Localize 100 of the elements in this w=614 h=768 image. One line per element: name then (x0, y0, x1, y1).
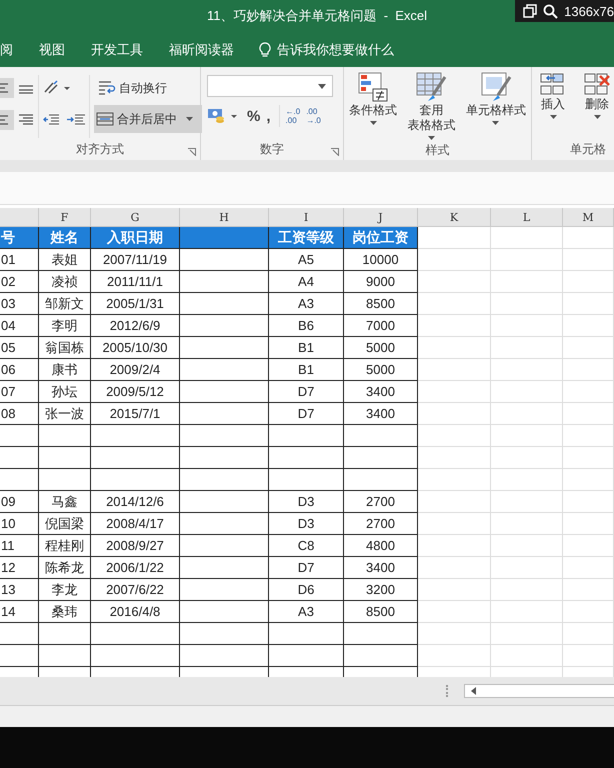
table-cell: 2008/9/27 (91, 535, 180, 557)
table-cell: D7 (269, 381, 344, 403)
table-cell: 08 (0, 403, 39, 425)
style-button[interactable]: 单元格样式 (464, 71, 528, 125)
group-label: 数字 (260, 140, 284, 158)
table-cell: 2015/7/1 (91, 403, 180, 425)
table-cell: B6 (269, 315, 344, 337)
table-cell: 04 (0, 315, 39, 337)
table-cell: 10 (0, 513, 39, 535)
group-label: 对齐方式 (76, 140, 124, 158)
table-cell: D7 (269, 557, 344, 579)
table-cell: A4 (269, 271, 344, 293)
table-cell: 07 (0, 381, 39, 403)
table-cell: 张一波 (39, 403, 91, 425)
table-cell: 2009/5/12 (91, 381, 180, 403)
table-cell: D3 (269, 491, 344, 513)
table-cell: 2007/6/22 (91, 579, 180, 601)
header-cell: 姓名 (39, 227, 91, 249)
column-header[interactable]: J (344, 208, 418, 227)
table-cell: 11 (0, 535, 39, 557)
cells-button[interactable]: 插入 (536, 71, 570, 119)
table-cell: 2005/1/31 (91, 293, 180, 315)
column-header[interactable]: K (418, 208, 491, 227)
table-cell: 05 (0, 337, 39, 359)
table-cell: 2008/4/17 (91, 513, 180, 535)
header-cell: 入职日期 (91, 227, 180, 249)
table-cell: 康书 (39, 359, 91, 381)
table-cell: D6 (269, 579, 344, 601)
table-cell: 4800 (344, 535, 418, 557)
table-cell: 孙坛 (39, 381, 91, 403)
window-title: 11、巧妙解决合并单元格问题 - Excel (206, 7, 428, 25)
ribbon-tab[interactable]: 福昕阅读器 (156, 40, 247, 58)
table-cell: 马鑫 (39, 491, 91, 513)
table-cell: 程桂刚 (39, 535, 91, 557)
table-cell: 03 (0, 293, 39, 315)
column-header[interactable]: F (39, 208, 91, 227)
table-cell: 14 (0, 601, 39, 623)
column-header[interactable]: I (269, 208, 344, 227)
table-cell: 2700 (344, 513, 418, 535)
table-cell: 3400 (344, 557, 418, 579)
decimal-button[interactable]: ←.0 .00 (286, 107, 300, 125)
table-cell: 翁国栋 (39, 337, 91, 359)
table-cell: A5 (269, 249, 344, 271)
percent-button[interactable]: % (247, 108, 260, 124)
table-cell: 2012/6/9 (91, 315, 180, 337)
table-cell: A3 (269, 601, 344, 623)
table-cell: 12 (0, 557, 39, 579)
resolution-label: 1366x76 (564, 4, 614, 18)
table-cell: 2016/4/8 (91, 601, 180, 623)
tell-me-search[interactable]: 告诉我你想要做什么 (259, 40, 394, 58)
table-cell: 5000 (344, 359, 418, 381)
table-cell: 09 (0, 491, 39, 513)
decimal-button[interactable]: .00 →.0 (306, 107, 321, 125)
table-cell: 李明 (39, 315, 91, 337)
table-cell: 2014/12/6 (91, 491, 180, 513)
comma-button[interactable]: , (266, 108, 271, 124)
table-cell: 凌祯 (39, 271, 91, 293)
group-label: 单元格 (570, 140, 606, 158)
column-header[interactable]: M (563, 208, 614, 227)
group-label: 样式 (425, 142, 450, 158)
table-cell: A3 (269, 293, 344, 315)
table-cell: 李龙 (39, 579, 91, 601)
table-cell: 5000 (344, 337, 418, 359)
column-header[interactable]: L (491, 208, 563, 227)
header-cell: 工资等级 (269, 227, 344, 249)
table-cell: 02 (0, 271, 39, 293)
table-cell: 2005/10/30 (91, 337, 180, 359)
table-cell: 2700 (344, 491, 418, 513)
table-cell: 9000 (344, 271, 418, 293)
header-cell: 号 (0, 227, 39, 249)
table-cell: 倪国梁 (39, 513, 91, 535)
table-cell: 桑玮 (39, 601, 91, 623)
table-cell: 7000 (344, 315, 418, 337)
table-cell: 陈希龙 (39, 557, 91, 579)
column-header[interactable]: H (180, 208, 269, 227)
table-cell: 06 (0, 359, 39, 381)
table-cell: 3400 (344, 381, 418, 403)
ribbon-tab[interactable]: 视图 (26, 40, 78, 58)
table-cell: D3 (269, 513, 344, 535)
table-cell: 邹新文 (39, 293, 91, 315)
ribbon-tab[interactable]: 开发工具 (78, 40, 156, 58)
ribbon-tab[interactable]: 阅 (0, 40, 26, 58)
table-cell: 2007/11/19 (91, 249, 180, 271)
table-cell: 2011/11/1 (91, 271, 180, 293)
style-button[interactable]: 条件格式 (347, 71, 400, 125)
header-cell: 岗位工资 (344, 227, 418, 249)
merge-center-button[interactable]: 合并后居中 (94, 105, 202, 133)
wrap-text-button[interactable]: 自动换行 (94, 75, 202, 101)
table-cell: 2006/1/22 (91, 557, 180, 579)
table-cell: 3200 (344, 579, 418, 601)
table-cell: 13 (0, 579, 39, 601)
table-cell: 2009/2/4 (91, 359, 180, 381)
cells-button[interactable]: 删除 (580, 71, 614, 119)
table-cell: C8 (269, 535, 344, 557)
style-button[interactable]: 套用 表格格式 (405, 71, 458, 140)
column-header[interactable]: G (91, 208, 180, 227)
table-cell: B1 (269, 359, 344, 381)
table-cell: 10000 (344, 249, 418, 271)
table-cell: 表姐 (39, 249, 91, 271)
table-cell: D7 (269, 403, 344, 425)
